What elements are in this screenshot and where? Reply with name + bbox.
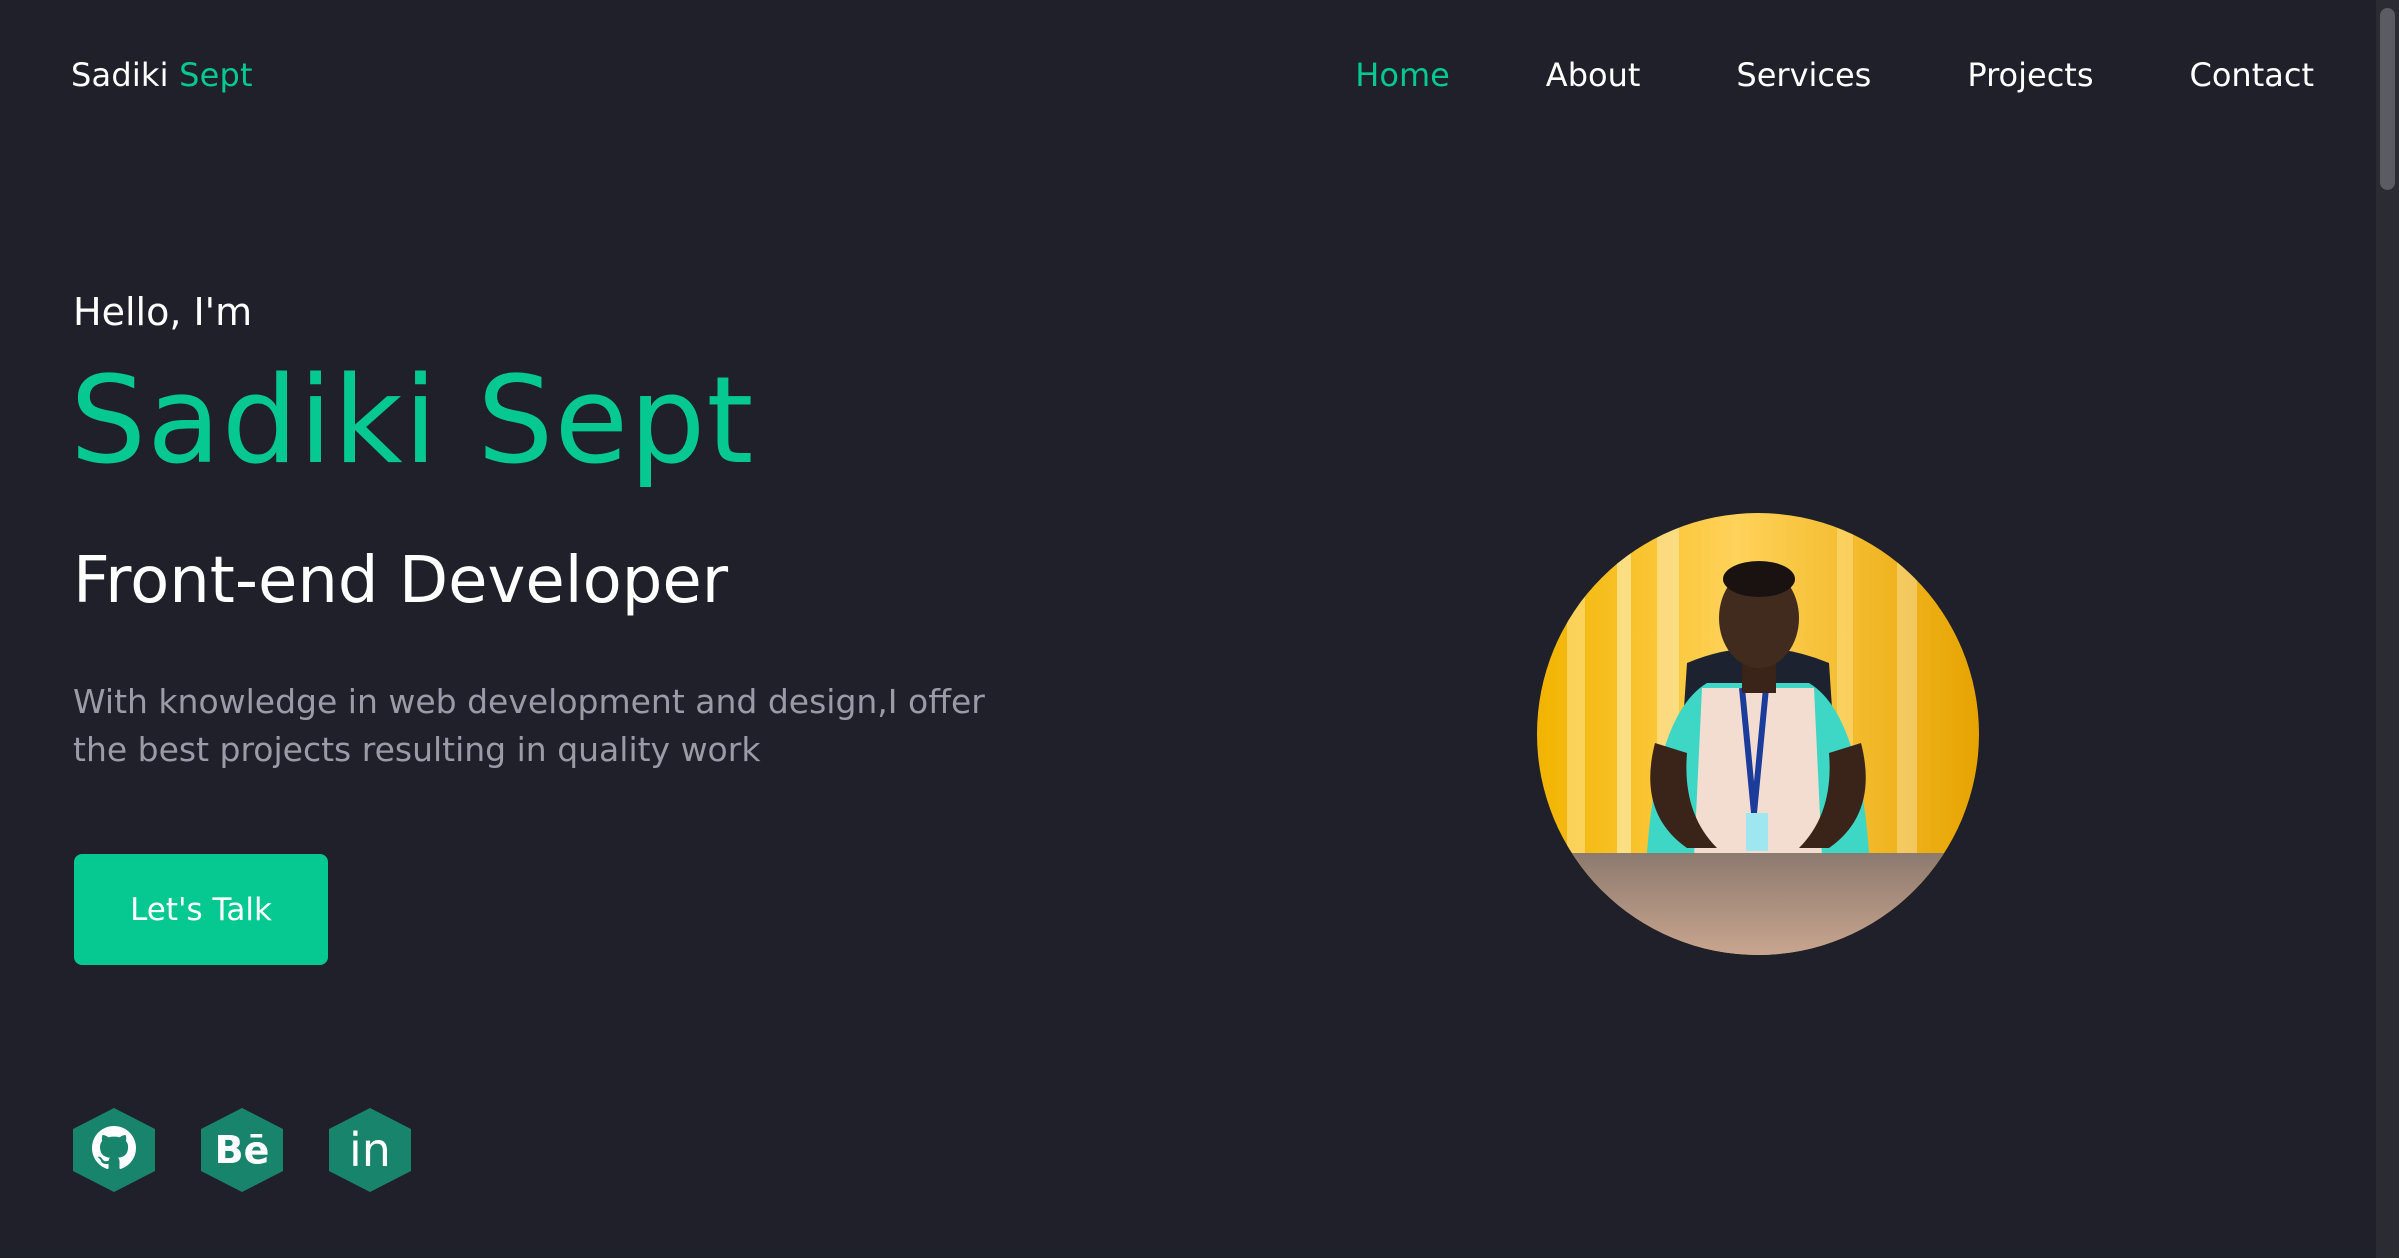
logo-first: Sadiki <box>71 56 169 94</box>
page: Sadiki Sept Home About Services Projects… <box>0 0 2399 1258</box>
hero-role: Front-end Developer <box>73 544 729 618</box>
linkedin-icon: in <box>349 1123 391 1177</box>
behance-icon: Bē <box>214 1128 270 1172</box>
social-links: Bē in <box>73 1108 411 1192</box>
nav-services[interactable]: Services <box>1736 56 1871 94</box>
nav-contact[interactable]: Contact <box>2190 56 2315 94</box>
site-logo[interactable]: Sadiki Sept <box>71 56 253 94</box>
hero-description-line2: the best projects resulting in quality w… <box>73 730 761 769</box>
hero-description: With knowledge in web development and de… <box>73 678 993 774</box>
github-link[interactable] <box>73 1108 155 1192</box>
profile-illustration <box>1537 513 1979 955</box>
logo-accent: Sept <box>179 56 253 94</box>
nav-projects[interactable]: Projects <box>1967 56 2093 94</box>
behance-link[interactable]: Bē <box>201 1108 283 1192</box>
site-header: Sadiki Sept Home About Services Projects… <box>0 0 2376 160</box>
hero-greeting: Hello, I'm <box>73 290 253 334</box>
github-icon <box>92 1126 136 1174</box>
nav-home[interactable]: Home <box>1355 56 1450 94</box>
page-scrollbar[interactable] <box>2376 0 2399 1258</box>
scrollbar-thumb[interactable] <box>2380 8 2395 190</box>
main-nav: Home About Services Projects Contact <box>1355 56 2314 94</box>
profile-photo <box>1537 513 1979 955</box>
linkedin-link[interactable]: in <box>329 1108 411 1192</box>
nav-about[interactable]: About <box>1546 56 1641 94</box>
lets-talk-button[interactable]: Let's Talk <box>74 854 328 965</box>
hero-name: Sadiki Sept <box>70 352 755 491</box>
hero-description-line1: With knowledge in web development and de… <box>73 682 985 721</box>
